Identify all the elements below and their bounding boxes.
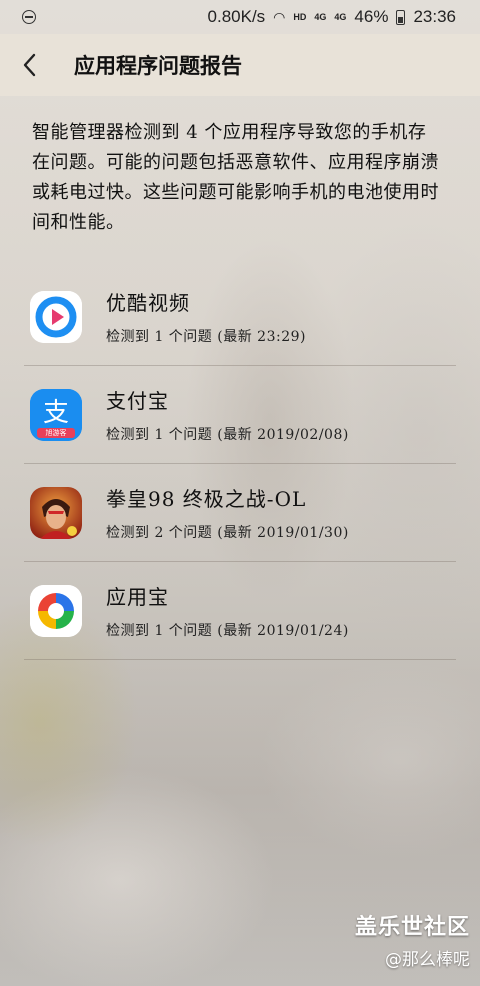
- chevron-left-icon: [23, 53, 36, 77]
- battery-icon: [396, 9, 406, 25]
- hd-label: HD: [293, 12, 307, 22]
- watermark: 盖乐世社区 @那么棒呢: [355, 909, 470, 970]
- list-item-kof98[interactable]: 拳皇98 终极之战-OL 检测到 2 个问题 (最新 2019/01/30): [24, 464, 456, 562]
- app-issue-detail: 检测到 1 个问题 (最新 23:29): [106, 329, 306, 345]
- kof98-icon: [30, 486, 82, 539]
- alipay-badge: 旭游客: [37, 427, 75, 438]
- signal-4g-icon-1: 4G: [314, 12, 327, 22]
- list-item-yingyongbao[interactable]: 应用宝 检测到 1 个问题 (最新 2019/01/24): [24, 562, 456, 660]
- list-item-alipay[interactable]: 支 旭游客 支付宝 检测到 1 个问题 (最新 2019/02/08): [24, 366, 456, 464]
- app-name: 应用宝: [106, 585, 169, 609]
- app-issue-detail: 检测到 1 个问题 (最新 2019/02/08): [106, 427, 349, 443]
- app-name: 支付宝: [106, 389, 169, 413]
- list-item-youku[interactable]: 优酷视频 检测到 1 个问题 (最新 23:29): [24, 268, 456, 366]
- wifi-icon: ◠: [273, 8, 286, 25]
- signal-4g-icon-2: 4G: [334, 12, 347, 22]
- do-not-disturb-icon: [22, 10, 36, 24]
- alipay-icon: 支 旭游客: [30, 388, 82, 441]
- yingyongbao-icon: [30, 584, 82, 637]
- app-name: 拳皇98 终极之战-OL: [106, 487, 307, 511]
- app-name: 优酷视频: [106, 291, 190, 315]
- watermark-author: @那么棒呢: [385, 950, 470, 970]
- app-list: 优酷视频 检测到 1 个问题 (最新 23:29) 支 旭游客 支付宝 检测到 …: [0, 268, 480, 660]
- back-button[interactable]: [0, 34, 60, 96]
- app-issue-detail: 检测到 2 个问题 (最新 2019/01/30): [106, 525, 349, 541]
- network-speed: 0.80K/s: [207, 7, 266, 26]
- main-content: 智能管理器检测到 4 个应用程序导致您的手机存在问题。可能的问题包括恶意软件、应…: [0, 96, 480, 660]
- app-issue-detail: 检测到 1 个问题 (最新 2019/01/24): [106, 623, 349, 639]
- watermark-community: 盖乐世社区: [354, 915, 470, 940]
- page-title: 应用程序问题报告: [74, 53, 242, 78]
- youku-icon: [30, 290, 82, 343]
- clock: 23:36: [413, 7, 456, 26]
- status-bar: 0.80K/s ◠ HD 4G 4G 46% 23:36: [0, 0, 480, 34]
- app-bar: 应用程序问题报告: [0, 34, 480, 96]
- report-description: 智能管理器检测到 4 个应用程序导致您的手机存在问题。可能的问题包括恶意软件、应…: [32, 122, 439, 233]
- battery-percent: 46%: [354, 7, 389, 26]
- svg-text:支: 支: [43, 398, 69, 428]
